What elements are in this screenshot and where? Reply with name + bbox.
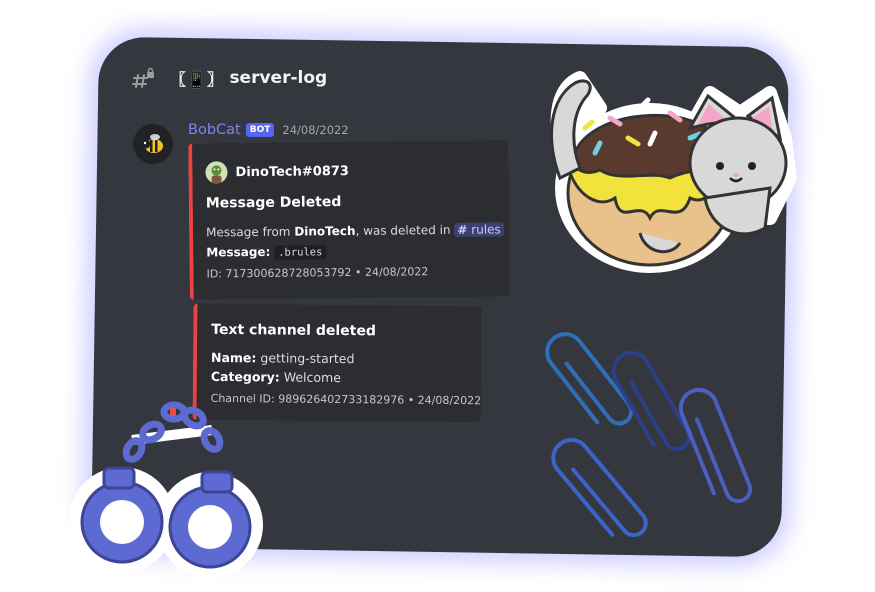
category-field: Category: Welcome <box>211 369 341 385</box>
hash-lock-icon <box>132 67 156 89</box>
embed-message-line: Message: .brules <box>206 244 327 260</box>
stage: 〖📱〗 server-log BobCat BOT 24/08/2022 Din… <box>0 0 875 592</box>
name-field: Name: getting-started <box>211 350 355 366</box>
category-value: Welcome <box>283 369 342 386</box>
embed-description: Message from DinoTech, was deleted in # … <box>206 222 504 239</box>
embed-footer: ID: 717300628728053792 • 24/08/2022 <box>206 265 429 281</box>
username[interactable]: BobCat <box>188 122 241 138</box>
name-value: getting-started <box>260 350 355 367</box>
channel-name[interactable]: server-log <box>229 68 327 88</box>
bot-avatar[interactable] <box>133 124 173 164</box>
mention-label: rules <box>471 222 501 237</box>
embed-title: Text channel deleted <box>211 321 376 340</box>
bot-badge: BOT <box>245 123 275 137</box>
desc-mid: , was deleted in <box>355 222 455 238</box>
embed-author: DinoTech#0873 <box>205 160 349 184</box>
message-timestamp: 24/08/2022 <box>282 123 349 137</box>
mention-hash-icon: # <box>457 222 468 237</box>
category-label: Category: <box>210 368 280 385</box>
embed-title: Message Deleted <box>205 194 342 212</box>
channel-prefix: 〖📱〗 <box>170 70 224 89</box>
author-avatar[interactable] <box>205 161 228 184</box>
channel-mention[interactable]: # rules <box>454 222 504 237</box>
channel-header: 〖📱〗 server-log <box>132 66 327 90</box>
embed-message-deleted: DinoTech#0873 Message Deleted Message fr… <box>188 140 510 300</box>
desc-user: DinoTech <box>294 223 356 239</box>
author-name[interactable]: DinoTech#0873 <box>235 163 349 179</box>
message-code: .brules <box>274 245 327 260</box>
donut-cat-sticker <box>550 71 797 273</box>
message-label: Message: <box>206 244 271 260</box>
message-header: BobCat BOT 24/08/2022 <box>188 122 349 138</box>
name-label: Name: <box>210 349 257 366</box>
desc-prefix: Message from <box>206 224 295 240</box>
handcuffs-sticker <box>69 401 263 578</box>
paperclips-decoration <box>545 332 753 538</box>
bee-avatar-icon <box>141 134 163 153</box>
